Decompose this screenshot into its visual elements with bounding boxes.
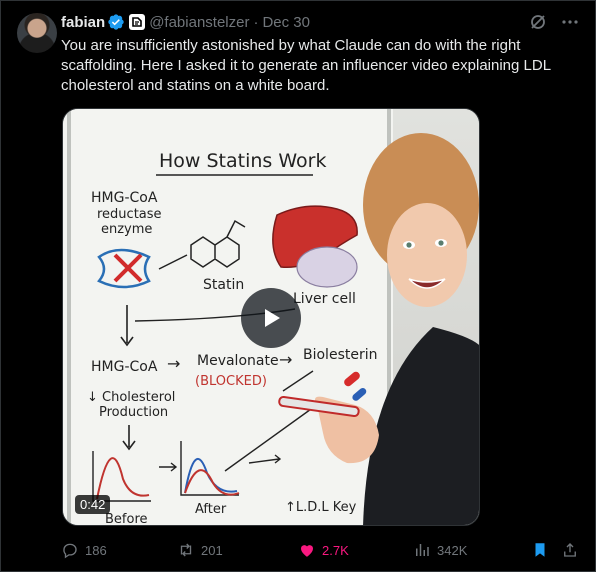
- board-arrow-1: →: [167, 354, 180, 373]
- bookmark-button[interactable]: [531, 539, 555, 561]
- play-icon: [265, 309, 280, 327]
- views-button[interactable]: 342K: [413, 539, 467, 561]
- bookmark-icon: [535, 543, 545, 557]
- board-biolesterin: Biolesterin: [303, 347, 377, 363]
- tweet-date[interactable]: Dec 30: [262, 14, 310, 31]
- board-statin: Statin: [203, 277, 244, 293]
- reply-button[interactable]: 186: [61, 539, 107, 561]
- pill-red: [344, 371, 360, 387]
- tweet-text: You are insufficiently astonished by wha…: [61, 37, 555, 94]
- play-button[interactable]: [241, 288, 301, 348]
- board-enzyme-line3: enzyme: [101, 222, 152, 237]
- verified-badge-icon[interactable]: [107, 13, 125, 31]
- like-button[interactable]: 2.7K: [298, 539, 349, 561]
- person-face: [387, 203, 467, 307]
- board-arrow-2: →: [279, 350, 292, 369]
- views-icon: [416, 544, 429, 556]
- tweet-card[interactable]: fabian @fabianstelzer · Dec 30 You are i…: [0, 0, 596, 572]
- board-chol-line2: Production: [99, 405, 168, 420]
- pill-blue: [352, 387, 367, 401]
- views-count: 342K: [437, 542, 468, 558]
- board-mevalonate: Mevalonate: [197, 353, 279, 369]
- tweet-header: fabian @fabianstelzer · Dec 30: [61, 12, 579, 32]
- board-enzyme-line1: HMG-CoA: [91, 190, 158, 206]
- video-duration: 0:42: [75, 495, 111, 514]
- author-handle[interactable]: @fabianstelzer: [149, 14, 249, 31]
- liver-cell-drawing: [296, 246, 358, 288]
- graph-before-curve: [96, 457, 150, 500]
- board-liver: Liver cell: [293, 291, 356, 307]
- reply-count: 186: [85, 542, 107, 558]
- more-icon[interactable]: [561, 13, 579, 31]
- board-ldl: ↑L.D.L Key: [285, 500, 357, 515]
- person-sweater: [363, 327, 479, 525]
- author-name[interactable]: fabian: [61, 14, 105, 31]
- board-enzyme-line2: reductase: [97, 207, 162, 222]
- avatar[interactable]: [17, 13, 57, 53]
- repost-button[interactable]: 201: [177, 539, 223, 561]
- board-before: Before: [105, 512, 148, 526]
- video-player[interactable]: How Statins Work HMG-CoA reductase enzym…: [62, 108, 480, 526]
- board-hmg: HMG-CoA: [91, 359, 158, 375]
- enzyme-x-mark: [113, 253, 143, 283]
- repost-count: 201: [201, 542, 223, 558]
- board-chol-line1: ↓ Cholesterol: [87, 390, 175, 405]
- affiliate-badge-icon[interactable]: [129, 14, 146, 30]
- board-title: How Statins Work: [159, 150, 326, 172]
- statin-molecule: [190, 219, 246, 268]
- share-icon: [564, 543, 576, 557]
- share-button[interactable]: [561, 539, 585, 561]
- repost-icon: [180, 543, 192, 557]
- action-bar: 186 201 2.7K 342K: [61, 539, 581, 561]
- grok-icon[interactable]: [529, 13, 547, 31]
- heart-icon: [301, 545, 313, 557]
- board-after: After: [195, 502, 227, 517]
- reply-icon: [63, 543, 77, 559]
- separator: ·: [253, 13, 259, 31]
- header-actions: [529, 12, 579, 32]
- board-blocked: (BLOCKED): [195, 374, 267, 389]
- like-count: 2.7K: [322, 542, 349, 558]
